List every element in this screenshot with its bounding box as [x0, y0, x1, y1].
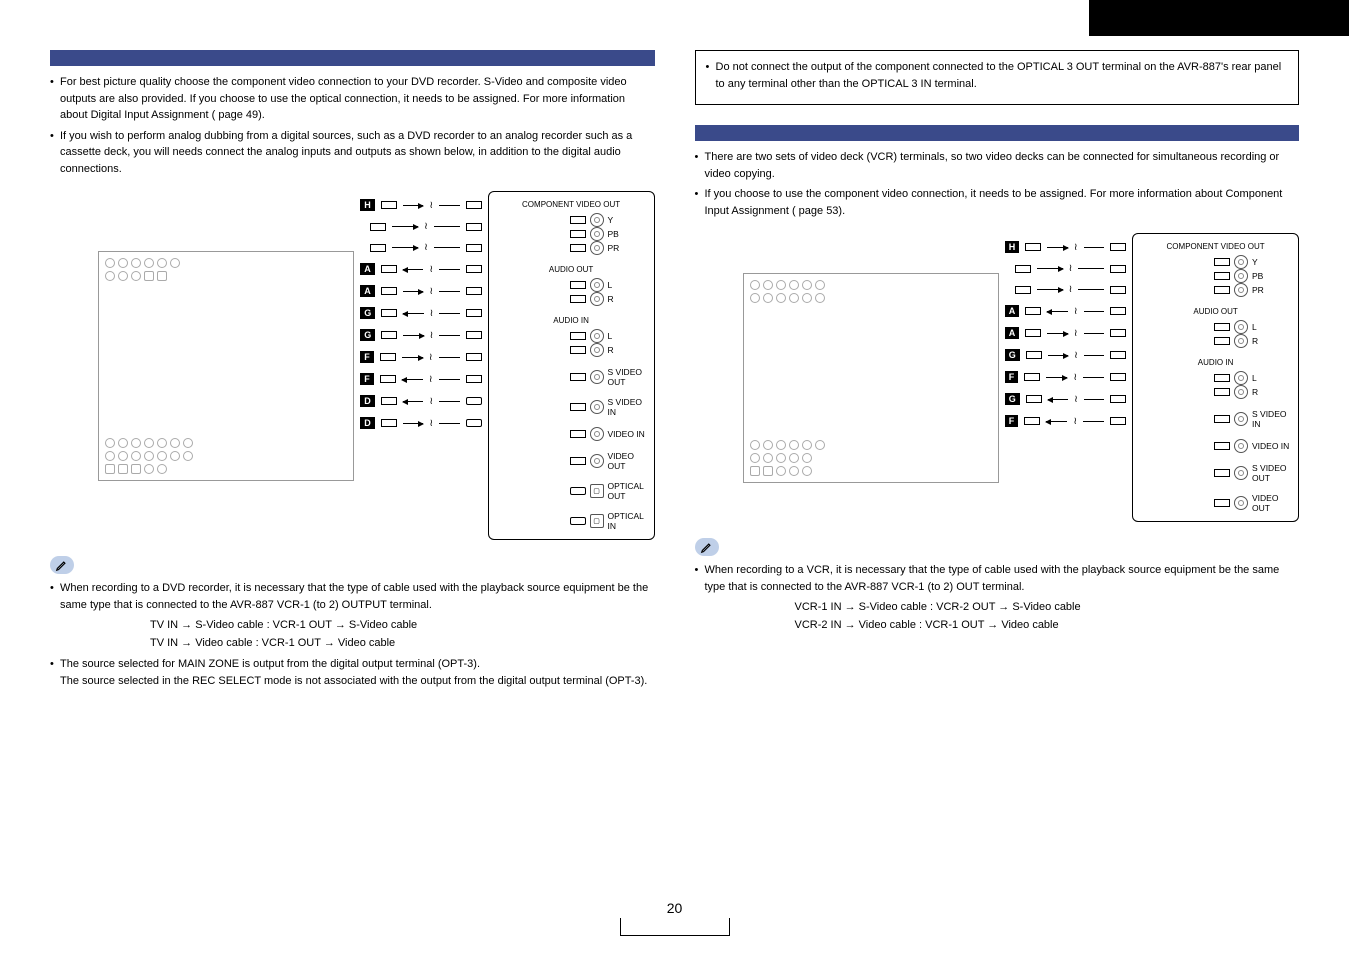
terminal-label: AUDIO OUT [495, 265, 648, 274]
avr-rear-panel [743, 273, 999, 483]
left-bullet-list: For best picture quality choose the comp… [50, 74, 655, 177]
terminal-label: R [1252, 387, 1292, 397]
right-bullet-list: There are two sets of video deck (VCR) t… [695, 149, 1300, 219]
two-column-layout: For best picture quality choose the comp… [50, 50, 1299, 693]
example-line: TV IN → S-Video cable : VCR-1 OUT → S-Vi… [60, 617, 655, 635]
pencil-icon [50, 556, 74, 574]
bullet-text: There are two sets of video deck (VCR) t… [695, 149, 1300, 182]
bullet-text: If you choose to use the component video… [695, 186, 1300, 219]
pencil-icon [695, 538, 719, 556]
example-line: VCR-2 IN → Video cable : VCR-1 OUT → Vid… [705, 617, 1300, 635]
terminal-label: L [1252, 322, 1292, 332]
terminal-label: OPTICAL OUT [608, 481, 648, 501]
example-line: VCR-1 IN → S-Video cable : VCR-2 OUT → S… [705, 599, 1300, 617]
terminal-label: VIDEO IN [608, 429, 648, 439]
terminal-label: R [608, 294, 648, 304]
cable-tag: G [360, 329, 375, 341]
terminal-label: L [1252, 373, 1292, 383]
page-number-box [620, 918, 730, 936]
note-lead: When recording to a VCR, it is necessary… [705, 564, 1280, 593]
cable-tag: D [360, 417, 375, 429]
terminal-label: S VIDEO OUT [608, 367, 648, 387]
section-header-right [695, 125, 1300, 141]
cable-tag: A [1005, 305, 1020, 317]
avr-rear-panel [98, 251, 354, 481]
page-number-text: 20 [620, 900, 730, 916]
right-notes-list: When recording to a VCR, it is necessary… [695, 562, 1300, 634]
cable-tag: F [360, 373, 374, 385]
connection-diagram-left: H≀ ≀ ≀ A≀ A≀ G≀ G≀ F≀ F≀ D≀ D≀ COMPONENT… [98, 191, 654, 540]
terminal-label: VIDEO OUT [1252, 493, 1292, 513]
caution-box: Do not connect the output of the compone… [695, 50, 1300, 105]
external-device-terminals: COMPONENT VIDEO OUT Y PB PR AUDIO OUT L … [488, 191, 655, 540]
cable-tag: H [1005, 241, 1020, 253]
example-line: TV IN → Video cable : VCR-1 OUT → Video … [60, 635, 655, 653]
caution-text: Do not connect the output of the compone… [706, 59, 1289, 92]
note-lead: When recording to a DVD recorder, it is … [60, 582, 648, 611]
bullet-text: If you wish to perform analog dubbing fr… [50, 128, 655, 178]
cable-tag: D [360, 395, 375, 407]
terminal-label: COMPONENT VIDEO OUT [495, 200, 648, 209]
page-number: 20 [620, 900, 730, 936]
connection-diagram-right: H≀ ≀ ≀ A≀ A≀ G≀ F≀ G≀ F≀ COMPONENT VIDEO… [743, 233, 1299, 522]
terminal-label: L [608, 280, 648, 290]
terminal-label: PB [608, 229, 648, 239]
terminal-label: PR [1252, 285, 1292, 295]
bullet-text: For best picture quality choose the comp… [50, 74, 655, 124]
terminal-label: AUDIO IN [495, 316, 648, 325]
note-text: The source selected for MAIN ZONE is out… [50, 656, 655, 689]
note-line: The source selected in the REC SELECT mo… [60, 675, 647, 687]
terminal-label: PB [1252, 271, 1292, 281]
cable-tag: G [1005, 393, 1020, 405]
left-notes-list: When recording to a DVD recorder, it is … [50, 580, 655, 689]
cable-tag: A [360, 285, 375, 297]
section-header-left [50, 50, 655, 66]
cable-tag: F [360, 351, 374, 363]
terminal-label: VIDEO IN [1252, 441, 1292, 451]
cable-tag: A [360, 263, 375, 275]
terminal-label: OPTICAL IN [608, 511, 648, 531]
terminal-label: S VIDEO OUT [1252, 463, 1292, 483]
cable-tag: G [1005, 349, 1020, 361]
cable-tag: A [1005, 327, 1020, 339]
cable-tag: F [1005, 415, 1019, 427]
terminal-label: COMPONENT VIDEO OUT [1139, 242, 1292, 251]
external-device-terminals: COMPONENT VIDEO OUT Y PB PR AUDIO OUT L … [1132, 233, 1299, 522]
header-black-tab [1089, 0, 1349, 36]
cable-tag: H [360, 199, 375, 211]
terminal-label: S VIDEO IN [608, 397, 648, 417]
cable-lines: H≀ ≀ ≀ A≀ A≀ G≀ G≀ F≀ F≀ D≀ D≀ [354, 191, 487, 540]
note-text: When recording to a VCR, it is necessary… [695, 562, 1300, 634]
right-column: Do not connect the output of the compone… [695, 50, 1300, 693]
note-text: When recording to a DVD recorder, it is … [50, 580, 655, 652]
note-line: The source selected for MAIN ZONE is out… [60, 658, 480, 670]
terminal-label: AUDIO OUT [1139, 307, 1292, 316]
cable-lines: H≀ ≀ ≀ A≀ A≀ G≀ F≀ G≀ F≀ [999, 233, 1132, 522]
terminal-label: PR [608, 243, 648, 253]
terminal-label: R [1252, 336, 1292, 346]
terminal-label: S VIDEO IN [1252, 409, 1292, 429]
terminal-label: R [608, 345, 648, 355]
terminal-label: Y [1252, 257, 1292, 267]
terminal-label: L [608, 331, 648, 341]
cable-tag: G [360, 307, 375, 319]
terminal-label: Y [608, 215, 648, 225]
terminal-label: AUDIO IN [1139, 358, 1292, 367]
cable-tag: F [1005, 371, 1019, 383]
terminal-label: VIDEO OUT [608, 451, 648, 471]
left-column: For best picture quality choose the comp… [50, 50, 655, 693]
